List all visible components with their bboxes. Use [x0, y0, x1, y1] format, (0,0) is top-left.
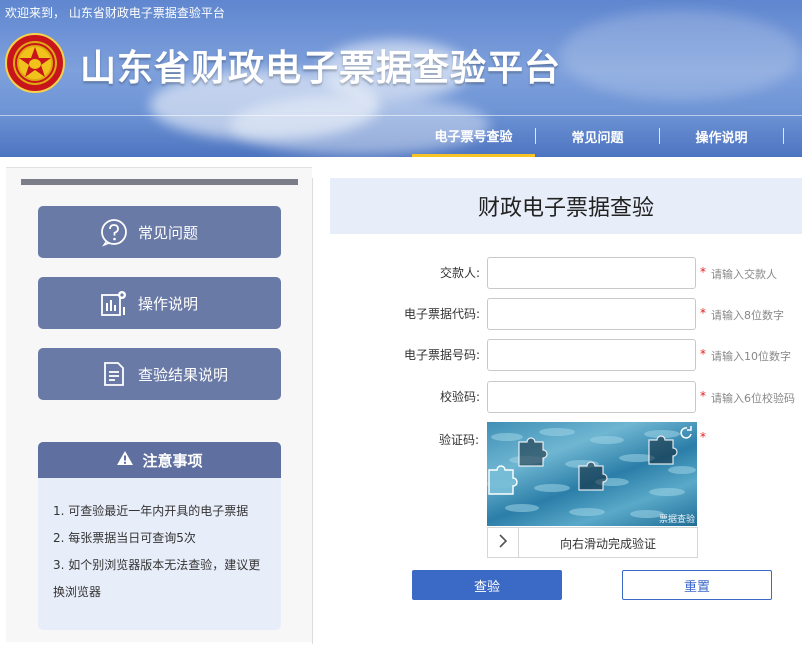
captcha-label: 验证码: [439, 433, 480, 447]
puzzle-piece-movable [488, 465, 518, 495]
ticket-code-hint: 请输入8位数字 [711, 309, 784, 322]
notice-header: 注意事项 [38, 442, 281, 478]
check-code-input[interactable] [487, 381, 696, 413]
cloud-decoration [560, 10, 800, 100]
nav-item-ticket-check[interactable]: 电子票号查验 [412, 116, 535, 157]
required-marker: * [700, 389, 706, 403]
ticket-number-hint: 请输入10位数字 [711, 350, 791, 363]
notice-list: 1. 可查验最近一年内开具的电子票据 2. 每张票据当日可查询5次 3. 如个别… [38, 478, 281, 606]
ticket-code-input[interactable] [487, 298, 696, 330]
required-marker: * [700, 265, 706, 279]
payer-row: 交款人: * 请输入交款人 [330, 257, 802, 289]
nav-item-instructions[interactable]: 操作说明 [660, 116, 783, 157]
notice-item: 1. 可查验最近一年内开具的电子票据 [53, 504, 249, 518]
payer-label: 交款人: [439, 266, 480, 280]
sidebar-result-explanation-button[interactable]: 查验结果说明 [38, 348, 281, 400]
site-header: 欢迎来到， 山东省财政电子票据查验平台 山东省财政电子票据查验平台 电子票号查验… [0, 0, 802, 157]
top-nav: 电子票号查验 常见问题 操作说明 [412, 116, 784, 157]
payer-hint: 请输入交款人 [711, 268, 777, 281]
chevron-right-icon [497, 533, 509, 552]
payer-input[interactable] [487, 257, 696, 289]
ticket-number-label: 电子票据号码: [403, 348, 480, 362]
notice-item: 3. 如个别浏览器版本无法查验，建议更换浏览器 [53, 558, 261, 599]
chart-gear-icon [98, 287, 130, 319]
notice-panel: 注意事项 1. 可查验最近一年内开具的电子票据 2. 每张票据当日可查询5次 3… [38, 442, 281, 630]
required-marker: * [700, 306, 706, 320]
ticket-code-row: 电子票据代码: * 请输入8位数字 [330, 298, 802, 330]
nav-separator [783, 128, 784, 144]
finance-emblem-logo [5, 33, 65, 93]
check-button[interactable]: 查验 [412, 570, 562, 600]
sidebar-button-label: 操作说明 [138, 294, 199, 313]
ticket-number-input[interactable] [487, 339, 696, 371]
reset-button[interactable]: 重置 [622, 570, 772, 600]
vertical-divider [312, 178, 313, 644]
sidebar-top-bar [21, 179, 298, 185]
captcha-slider: 向右滑动完成验证 [487, 527, 698, 558]
question-icon [98, 216, 130, 248]
sidebar-faq-button[interactable]: 常见问题 [38, 206, 281, 258]
sidebar: 常见问题 操作说明 查验结果说明 注意事项 1. 可查验最近一年内开具的电子票据… [6, 167, 312, 642]
slider-instruction: 向右滑动完成验证 [559, 537, 656, 551]
captcha-puzzle-image: 票据查验 [487, 422, 697, 526]
check-code-hint: 请输入6位校验码 [711, 392, 795, 405]
sidebar-button-label: 常见问题 [138, 223, 199, 242]
check-code-label: 校验码: [439, 390, 480, 404]
captcha-watermark: 票据查验 [658, 515, 695, 525]
ticket-number-row: 电子票据号码: * 请输入10位数字 [330, 339, 802, 371]
notice-title: 注意事项 [142, 451, 203, 470]
sidebar-instructions-button[interactable]: 操作说明 [38, 277, 281, 329]
ticket-code-label: 电子票据代码: [403, 307, 480, 321]
site-title: 山东省财政电子票据查验平台 [80, 48, 562, 89]
form-title: 财政电子票据查验 [330, 178, 802, 234]
nav-item-faq[interactable]: 常见问题 [536, 116, 659, 157]
warning-icon [116, 450, 134, 470]
notice-item: 2. 每张票据当日可查询5次 [53, 531, 196, 545]
required-marker: * [700, 347, 706, 361]
document-icon [98, 358, 130, 390]
check-code-row: 校验码: * 请输入6位校验码 [330, 381, 802, 413]
sidebar-button-label: 查验结果说明 [138, 365, 229, 384]
welcome-text: 欢迎来到， 山东省财政电子票据查验平台 [5, 6, 225, 20]
slider-handle[interactable] [488, 528, 519, 557]
required-marker: * [700, 430, 706, 444]
